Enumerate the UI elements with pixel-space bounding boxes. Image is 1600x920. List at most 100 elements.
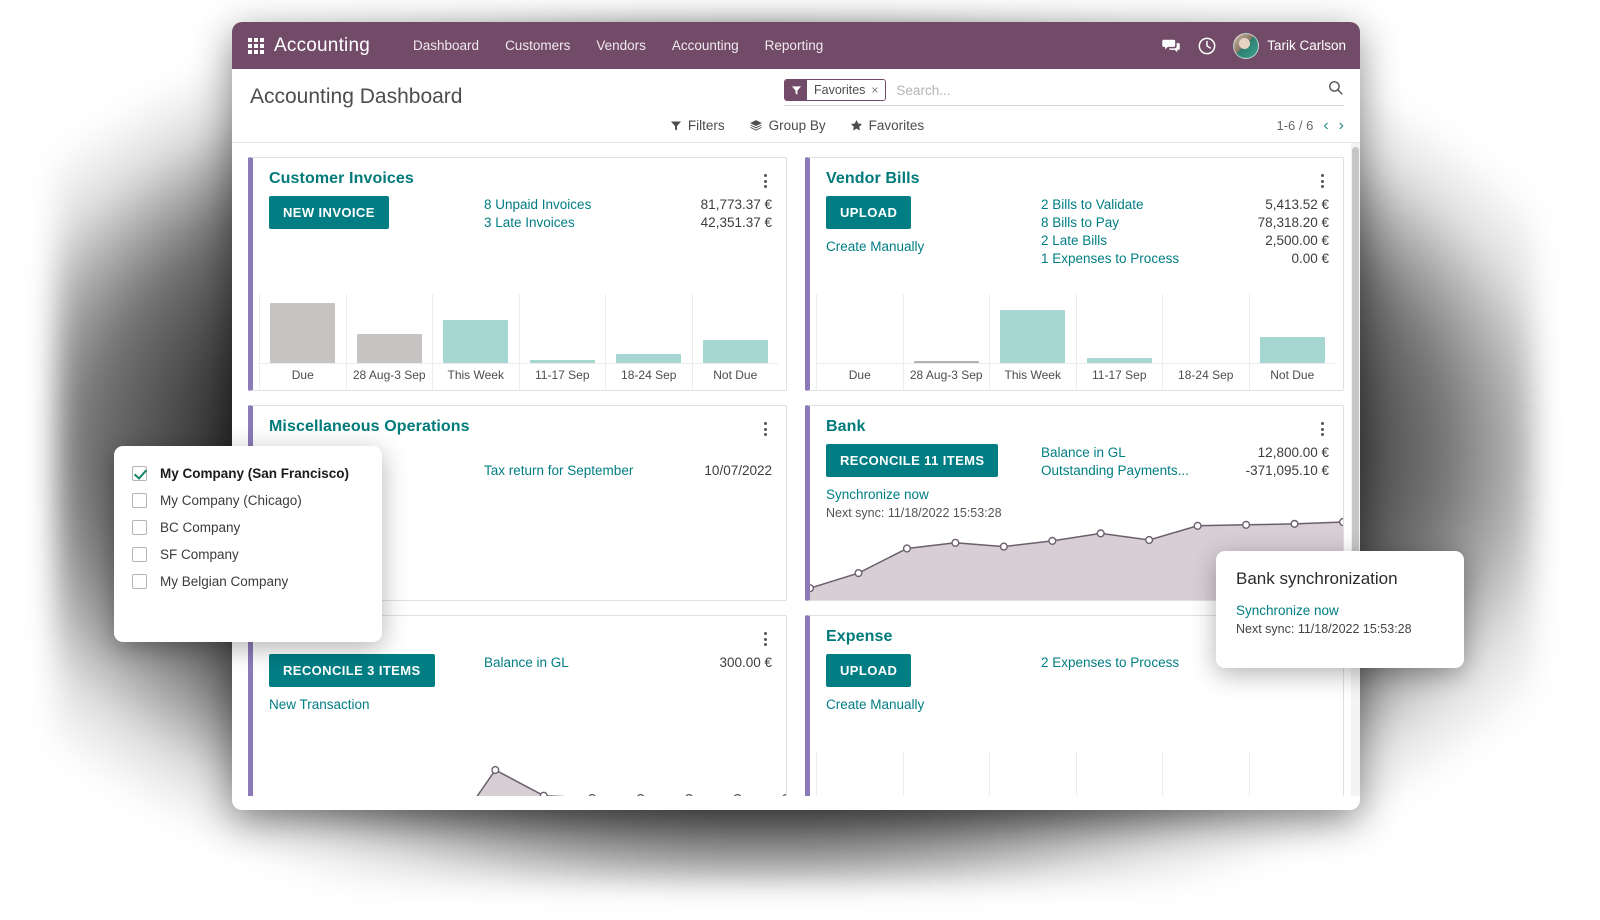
line-point[interactable] [491,765,500,775]
company-option-0[interactable]: My Company (San Francisco) [114,460,382,487]
stat-label[interactable]: 8 Bills to Pay [1041,215,1119,230]
group-by-button[interactable]: Group By [749,118,826,133]
apps-grid-icon[interactable] [248,37,264,54]
bar-column: Due [816,294,903,390]
bar[interactable] [1000,310,1066,363]
bar[interactable] [270,303,336,363]
nav-item-vendors[interactable]: Vendors [583,32,659,59]
bar-column: 28 Aug-3 Sep [345,294,433,390]
filters-button[interactable]: Filters [670,118,725,133]
pager-prev-icon[interactable]: ‹ [1323,117,1328,134]
company-option-1[interactable]: My Company (Chicago) [114,487,382,514]
line-point[interactable] [782,793,786,796]
reconcile-items-button[interactable]: RECONCILE 3 ITEMS [269,654,435,687]
upload-button[interactable]: UPLOAD [826,196,912,229]
checkbox-checked-icon[interactable] [132,466,147,481]
clock-icon[interactable] [1197,36,1217,56]
line-point[interactable] [951,538,960,547]
line-point[interactable] [1290,519,1299,529]
nav-item-accounting[interactable]: Accounting [659,32,752,59]
new-invoice-button[interactable]: NEW INVOICE [269,196,389,229]
line-point[interactable] [854,568,863,578]
reconcile-items-button[interactable]: RECONCILE 11 ITEMS [826,444,999,477]
search-input[interactable] [892,80,1319,100]
bar-axis-label: Not Due [1270,368,1315,382]
stat-row: 1 Expenses to Process 0.00 € [1041,250,1329,268]
bar[interactable] [702,340,768,363]
new-transaction-link[interactable]: New Transaction [269,697,484,712]
line-point[interactable] [902,544,911,553]
stat-label[interactable]: 2 Late Bills [1041,233,1107,248]
card-menu-icon[interactable] [1315,418,1329,436]
checkbox-icon[interactable] [132,574,147,589]
stat-label[interactable]: Balance in GL [484,655,569,670]
line-point[interactable] [685,793,693,796]
scrollbar-thumb[interactable] [1352,147,1359,617]
popover-synchronize-now-link[interactable]: Synchronize now [1236,603,1444,618]
bar[interactable] [356,334,422,363]
control-panel: Accounting Dashboard Favorites × Search.… [232,69,1360,143]
stat-label[interactable]: Balance in GL [1041,445,1126,460]
pager-next-icon[interactable]: › [1339,117,1344,134]
brand-title[interactable]: Accounting [274,35,370,57]
facet-remove-icon[interactable]: × [871,83,878,97]
company-option-4[interactable]: My Belgian Company [114,568,382,595]
line-point[interactable] [637,793,645,796]
favorites-button[interactable]: Favorites [850,118,924,133]
pager: 1-6 / 6 ‹ › [1276,117,1344,134]
bar-axis-label: This Week [447,368,504,382]
stat-label[interactable]: 2 Expenses to Process [1041,655,1179,670]
nav-item-reporting[interactable]: Reporting [752,32,837,59]
card-menu-icon[interactable] [758,170,772,188]
line-point[interactable] [539,791,548,796]
card-menu-icon[interactable] [758,628,772,646]
bar-axis-label: 18-24 Sep [1178,368,1234,382]
line-point[interactable] [1193,521,1202,530]
stat-value: 300.00 € [719,655,772,670]
checkbox-icon[interactable] [132,493,147,508]
line-point[interactable] [1048,536,1057,546]
bar-column: 11-17 Sep [518,294,606,390]
company-option-2[interactable]: BC Company [114,514,382,541]
user-menu[interactable]: Tarik Carlson [1233,32,1346,59]
bar-column: 11-17 Sep [1075,294,1163,390]
card-title: Customer Invoices [269,170,414,187]
stat-label[interactable]: 3 Late Invoices [484,215,575,230]
create-manually-link[interactable]: Create Manually [826,697,1041,712]
line-point[interactable] [1145,535,1154,545]
bar[interactable] [443,320,509,363]
line-chart-svg [476,765,786,796]
card-menu-icon[interactable] [1315,170,1329,188]
line-point[interactable] [734,793,742,796]
create-manually-link[interactable]: Create Manually [826,239,1041,254]
stat-label[interactable]: Outstanding Payments... [1041,463,1189,478]
company-option-3[interactable]: SF Company [114,541,382,568]
vertical-scrollbar[interactable] [1351,143,1360,796]
chat-bubbles-icon[interactable] [1161,36,1181,56]
nav-item-dashboard[interactable]: Dashboard [400,32,492,59]
popover-next-sync-text: Next sync: 11/18/2022 15:53:28 [1236,622,1412,636]
bar[interactable] [1259,337,1325,363]
checkbox-icon[interactable] [132,520,147,535]
synchronize-now-link[interactable]: Synchronize now [826,487,1041,502]
bar-axis-label: 18-24 Sep [621,368,677,382]
line-point[interactable] [1096,529,1105,538]
line-point[interactable] [810,584,815,593]
search-facet-favorites[interactable]: Favorites × [784,79,887,101]
stat-label[interactable]: 8 Unpaid Invoices [484,197,591,212]
line-point[interactable] [1338,517,1343,527]
stat-label[interactable]: Tax return for September [484,463,633,478]
nav-item-customers[interactable]: Customers [492,32,583,59]
checkbox-icon[interactable] [132,547,147,562]
stat-label[interactable]: 2 Bills to Validate [1041,197,1144,212]
line-point[interactable] [588,793,596,796]
search-icon[interactable] [1327,79,1344,101]
bar[interactable] [616,354,682,363]
avatar [1233,32,1260,59]
upload-button[interactable]: UPLOAD [826,654,912,687]
stat-label[interactable]: 1 Expenses to Process [1041,251,1179,266]
line-point[interactable] [1242,520,1251,529]
card-menu-icon[interactable] [758,418,772,436]
line-point[interactable] [999,542,1008,551]
bar-column: 18-24 Sep [605,294,692,390]
